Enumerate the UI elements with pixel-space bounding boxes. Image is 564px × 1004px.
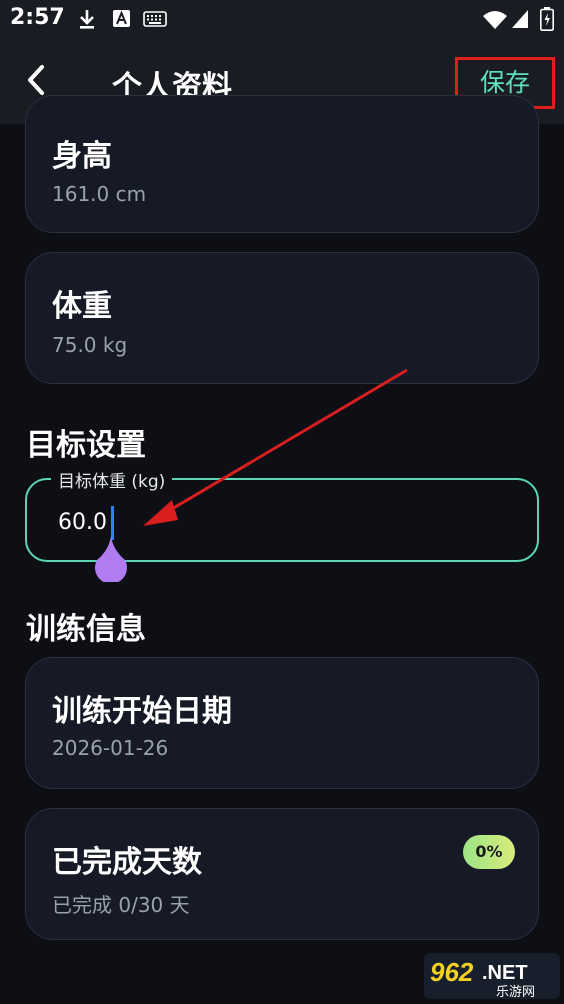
- status-time: 2:57: [10, 5, 65, 30]
- cursor-handle-icon[interactable]: [93, 536, 129, 582]
- completed-days-card[interactable]: 已完成天数 已完成 0/30 天 0%: [25, 808, 539, 940]
- battery-icon: [540, 7, 554, 31]
- download-icon: [80, 10, 94, 29]
- height-value: 161.0 cm: [52, 182, 147, 206]
- progress-badge: 0%: [463, 835, 515, 869]
- weight-card[interactable]: 体重 75.0 kg: [25, 252, 539, 384]
- svg-text:乐游网: 乐游网: [496, 985, 535, 999]
- target-weight-label: 目标体重 (kg): [51, 467, 173, 492]
- start-date-label: 训练开始日期: [52, 694, 232, 729]
- svg-text:.NET: .NET: [482, 962, 528, 984]
- watermark-icon: 962 .NET 乐游网: [424, 953, 560, 1000]
- watermark-logo: 962 .NET 乐游网: [424, 953, 560, 1000]
- start-date-card[interactable]: 训练开始日期 2026-01-26: [25, 657, 539, 789]
- completed-days-value: 已完成 0/30 天: [52, 893, 190, 917]
- back-arrow-icon: [28, 65, 44, 95]
- target-weight-field[interactable]: 目标体重 (kg) 60.0: [25, 467, 539, 582]
- start-date-value: 2026-01-26: [52, 736, 169, 760]
- height-card[interactable]: 身高 161.0 cm: [25, 95, 539, 233]
- height-label: 身高: [52, 139, 112, 174]
- profile-screen: 2:57 个人资料 保存 身高 161.0 cm 体重 75.0 kg 目标设置…: [0, 0, 564, 1004]
- training-section-title: 训练信息: [26, 612, 146, 647]
- goal-section-title: 目标设置: [26, 428, 146, 463]
- wifi-icon: [483, 11, 507, 29]
- text-cursor: [111, 506, 114, 540]
- keyboard-icon: [143, 11, 167, 27]
- signal-icon: [512, 10, 528, 28]
- target-weight-input[interactable]: 60.0: [58, 510, 107, 535]
- status-bar: 2:57: [0, 0, 564, 38]
- weight-value: 75.0 kg: [52, 333, 128, 357]
- svg-text:962: 962: [430, 957, 474, 987]
- appbar-divider: [0, 124, 564, 125]
- weight-label: 体重: [52, 289, 112, 324]
- completed-days-label: 已完成天数: [52, 845, 202, 880]
- a-icon: [113, 10, 130, 27]
- back-button[interactable]: [18, 60, 58, 100]
